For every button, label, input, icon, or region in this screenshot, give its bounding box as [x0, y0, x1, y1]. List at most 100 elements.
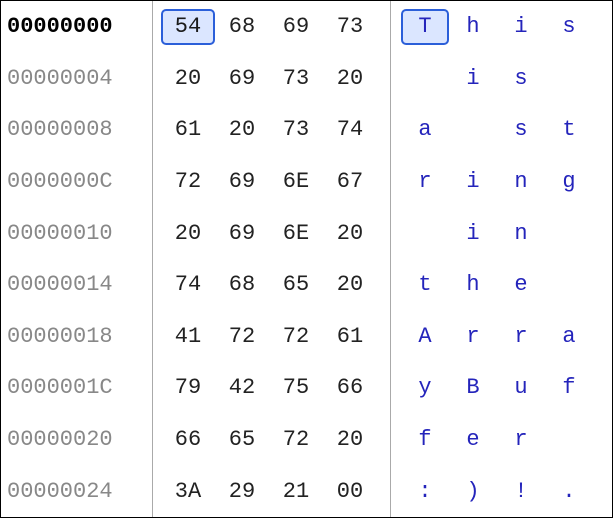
ascii-cell[interactable]: t — [545, 112, 593, 148]
ascii-cell[interactable]: g — [545, 164, 593, 200]
ascii-cell[interactable]: s — [497, 112, 545, 148]
offset-cell[interactable]: 00000014 — [1, 259, 153, 311]
ascii-column: the — [391, 259, 612, 311]
ascii-cell[interactable]: y — [401, 370, 449, 406]
ascii-cell[interactable] — [401, 215, 449, 251]
ascii-cell[interactable]: i — [449, 60, 497, 96]
hex-cell[interactable]: 69 — [269, 9, 323, 45]
hex-cell[interactable]: 29 — [215, 473, 269, 509]
hex-cell[interactable]: 73 — [269, 60, 323, 96]
ascii-cell[interactable] — [545, 422, 593, 458]
hex-cell[interactable]: 20 — [323, 215, 377, 251]
hex-cell[interactable]: 72 — [269, 318, 323, 354]
hex-cell[interactable]: 69 — [215, 215, 269, 251]
hex-cell[interactable]: 66 — [161, 422, 215, 458]
ascii-cell[interactable]: s — [545, 9, 593, 45]
ascii-cell[interactable]: a — [545, 318, 593, 354]
ascii-cell[interactable]: i — [497, 9, 545, 45]
ascii-cell[interactable]: : — [401, 473, 449, 509]
ascii-cell[interactable]: r — [497, 422, 545, 458]
ascii-cell[interactable]: ! — [497, 473, 545, 509]
hex-cell[interactable]: 21 — [269, 473, 323, 509]
ascii-cell[interactable]: e — [449, 422, 497, 458]
offset-cell[interactable]: 00000008 — [1, 104, 153, 156]
hex-cell[interactable]: 61 — [323, 318, 377, 354]
ascii-cell[interactable]: a — [401, 112, 449, 148]
hex-cell[interactable]: 72 — [215, 318, 269, 354]
hex-column: 79427566 — [153, 362, 391, 414]
hex-cell[interactable]: 74 — [161, 267, 215, 303]
ascii-cell[interactable]: t — [401, 267, 449, 303]
ascii-cell[interactable] — [545, 267, 593, 303]
offset-cell[interactable]: 00000024 — [1, 465, 153, 517]
ascii-cell[interactable]: T — [401, 9, 449, 45]
hex-cell[interactable]: 75 — [269, 370, 323, 406]
offset-cell[interactable]: 0000001C — [1, 362, 153, 414]
hex-cell[interactable]: 20 — [161, 60, 215, 96]
hex-cell[interactable]: 6E — [269, 164, 323, 200]
hex-cell[interactable]: 41 — [161, 318, 215, 354]
hex-cell[interactable]: 61 — [161, 112, 215, 148]
ascii-cell[interactable] — [449, 112, 497, 148]
hex-cell[interactable]: 68 — [215, 9, 269, 45]
ascii-cell[interactable] — [545, 215, 593, 251]
hex-cell[interactable]: 66 — [323, 370, 377, 406]
hex-column: 20696E20 — [153, 207, 391, 259]
hex-cell[interactable]: 79 — [161, 370, 215, 406]
offset-cell[interactable]: 00000020 — [1, 414, 153, 466]
ascii-column: is — [391, 53, 612, 105]
ascii-cell[interactable]: i — [449, 215, 497, 251]
ascii-cell[interactable]: r — [401, 164, 449, 200]
offset-cell[interactable]: 00000018 — [1, 311, 153, 363]
hex-cell[interactable]: 69 — [215, 60, 269, 96]
ascii-cell[interactable]: . — [545, 473, 593, 509]
ascii-cell[interactable]: r — [449, 318, 497, 354]
ascii-cell[interactable]: h — [449, 267, 497, 303]
hex-cell[interactable]: 20 — [215, 112, 269, 148]
ascii-cell[interactable]: n — [497, 164, 545, 200]
hex-cell[interactable]: 73 — [269, 112, 323, 148]
ascii-cell[interactable]: e — [497, 267, 545, 303]
offset-cell[interactable]: 00000000 — [1, 1, 153, 53]
ascii-cell[interactable]: B — [449, 370, 497, 406]
hex-cell[interactable]: 20 — [323, 60, 377, 96]
hex-cell[interactable]: 65 — [269, 267, 323, 303]
ascii-cell[interactable]: u — [497, 370, 545, 406]
ascii-cell[interactable]: ) — [449, 473, 497, 509]
hex-cell[interactable]: 67 — [323, 164, 377, 200]
hex-column: 3A292100 — [153, 465, 391, 517]
offset-cell[interactable]: 0000000C — [1, 156, 153, 208]
ascii-cell[interactable]: h — [449, 9, 497, 45]
hex-cell[interactable]: 65 — [215, 422, 269, 458]
ascii-cell[interactable]: A — [401, 318, 449, 354]
hex-cell[interactable]: 3A — [161, 473, 215, 509]
hex-row: 0000000420697320 is — [1, 53, 612, 105]
hex-cell[interactable]: 73 — [323, 9, 377, 45]
hex-column: 41727261 — [153, 311, 391, 363]
hex-row: 0000002066657220 fer — [1, 414, 612, 466]
hex-cell[interactable]: 6E — [269, 215, 323, 251]
hex-cell[interactable]: 72 — [161, 164, 215, 200]
hex-cell[interactable]: 20 — [323, 422, 377, 458]
ascii-cell[interactable]: f — [545, 370, 593, 406]
hex-cell[interactable]: 42 — [215, 370, 269, 406]
hex-cell[interactable]: 69 — [215, 164, 269, 200]
hex-cell[interactable]: 20 — [323, 267, 377, 303]
ascii-cell[interactable]: n — [497, 215, 545, 251]
hex-cell[interactable]: 54 — [161, 9, 215, 45]
hex-cell[interactable]: 72 — [269, 422, 323, 458]
hex-cell[interactable]: 68 — [215, 267, 269, 303]
ascii-cell[interactable]: s — [497, 60, 545, 96]
ascii-cell[interactable]: f — [401, 422, 449, 458]
hex-cell[interactable]: 20 — [161, 215, 215, 251]
ascii-column: a st — [391, 104, 612, 156]
ascii-cell[interactable] — [401, 60, 449, 96]
hex-cell[interactable]: 00 — [323, 473, 377, 509]
ascii-cell[interactable] — [545, 60, 593, 96]
offset-cell[interactable]: 00000010 — [1, 207, 153, 259]
hex-cell[interactable]: 74 — [323, 112, 377, 148]
ascii-cell[interactable]: i — [449, 164, 497, 200]
hex-row: 0000001020696E20 in — [1, 207, 612, 259]
offset-cell[interactable]: 00000004 — [1, 53, 153, 105]
ascii-cell[interactable]: r — [497, 318, 545, 354]
